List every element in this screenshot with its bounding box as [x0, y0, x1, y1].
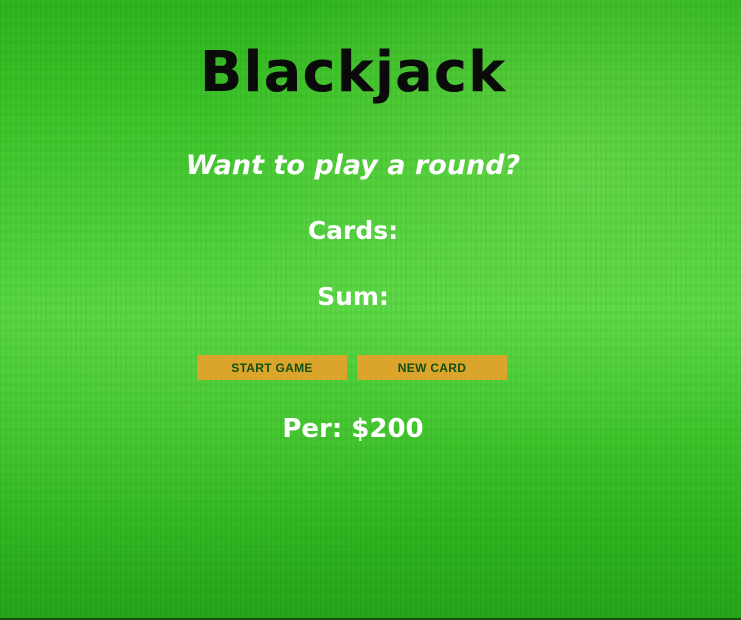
page-title: Blackjack	[199, 40, 507, 105]
start-game-button[interactable]: START GAME	[197, 355, 347, 380]
new-card-button[interactable]: NEW CARD	[357, 355, 507, 380]
sum-display: Sum:	[317, 282, 389, 311]
message-text: Want to play a round?	[185, 150, 521, 181]
player-display: Per: $200	[282, 414, 424, 444]
cards-display: Cards:	[307, 216, 399, 245]
